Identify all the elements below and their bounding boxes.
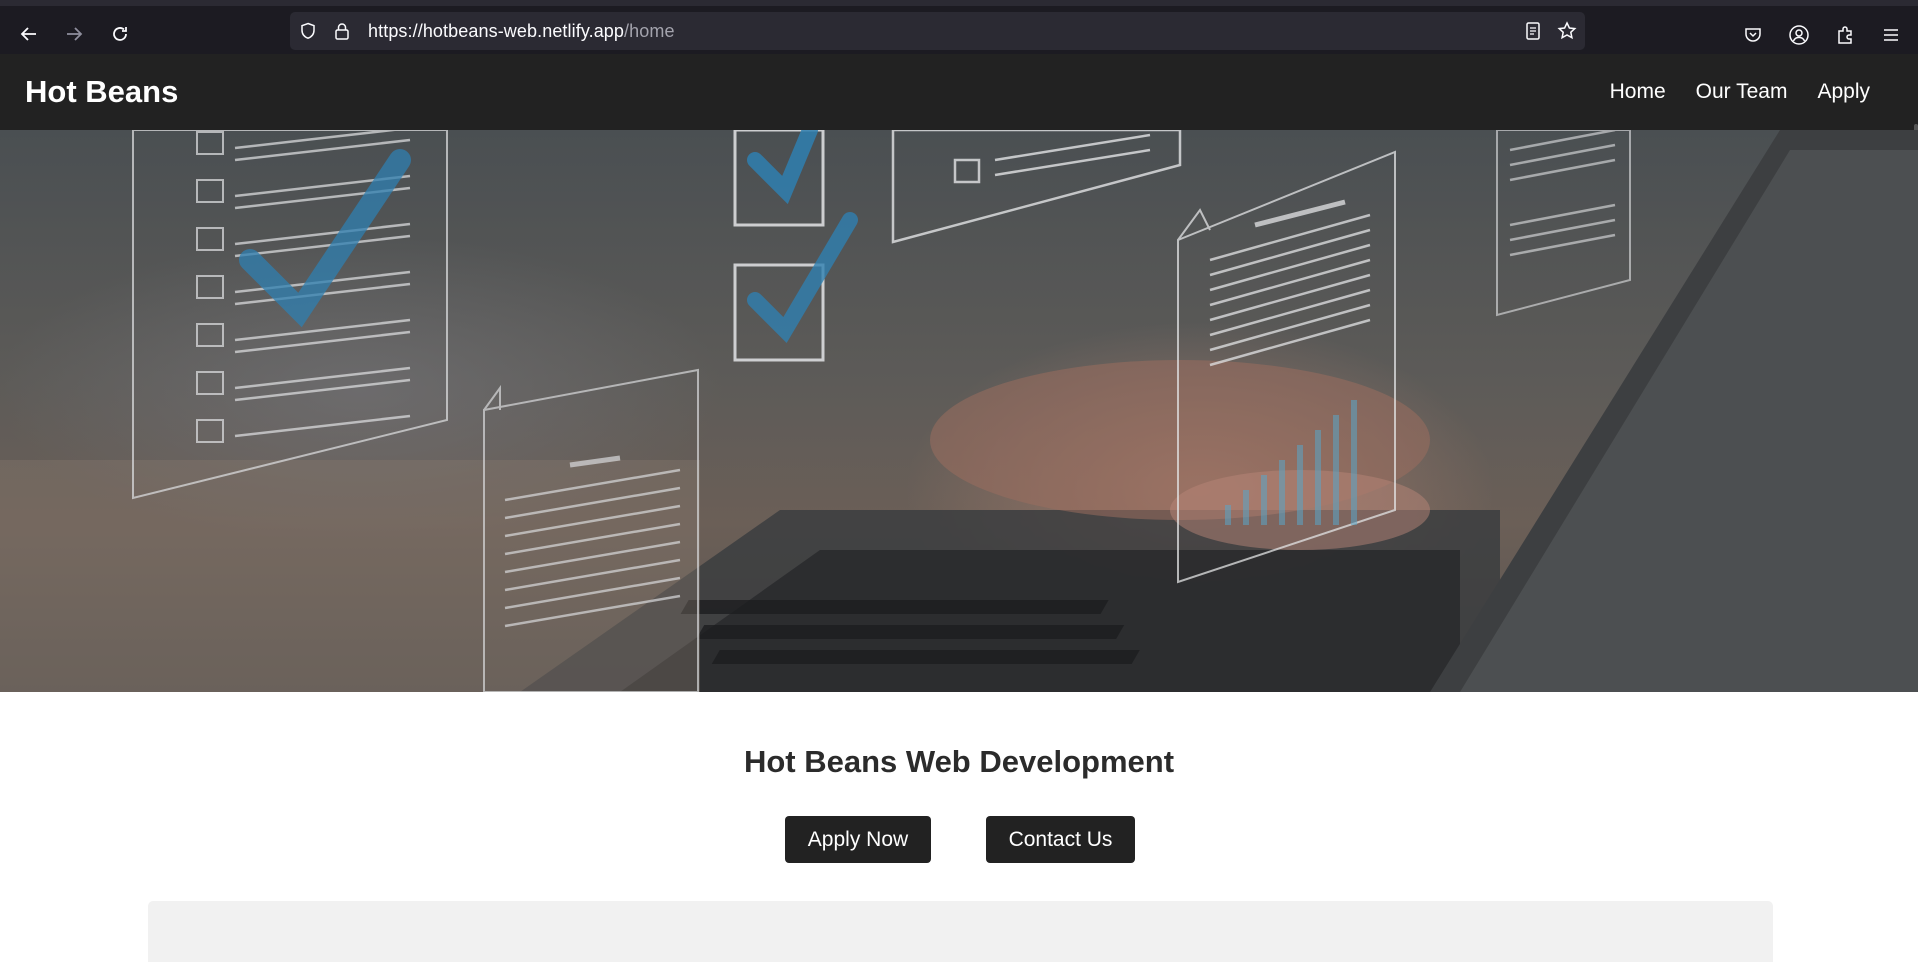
nav-link-our-team[interactable]: Our Team: [1696, 80, 1788, 104]
contact-us-button[interactable]: Contact Us: [986, 816, 1135, 863]
reload-icon: [113, 27, 127, 41]
url-host: https://hotbeans-web.netlify.app: [368, 20, 625, 41]
menu-icon[interactable]: [1878, 22, 1904, 48]
nav-link-home[interactable]: Home: [1610, 80, 1666, 104]
shield-icon[interactable]: [298, 21, 318, 41]
site-nav: Home Our Team Apply: [1610, 80, 1870, 104]
url-path: /home: [624, 20, 675, 41]
checklist-laptop-illustration: [0, 130, 1918, 692]
site-logo[interactable]: Hot Beans: [25, 74, 178, 110]
extensions-icon[interactable]: [1832, 22, 1858, 48]
site-header: Hot Beans Home Our Team Apply: [0, 54, 1918, 394]
hero-image: [0, 130, 1918, 692]
apply-now-button[interactable]: Apply Now: [785, 816, 931, 863]
account-icon[interactable]: [1786, 22, 1812, 48]
back-arrow-icon: [20, 27, 36, 41]
page-title: Hot Beans Web Development: [743, 744, 1175, 779]
reader-view-icon[interactable]: [1523, 21, 1543, 46]
reload-button[interactable]: [104, 18, 136, 50]
lock-icon[interactable]: [332, 21, 352, 41]
back-button[interactable]: [13, 18, 45, 50]
content-panel: [148, 901, 1773, 962]
pocket-icon[interactable]: [1740, 22, 1766, 48]
address-bar[interactable]: https://hotbeans-web.netlify.app/home: [290, 12, 1585, 50]
forward-button[interactable]: [58, 18, 90, 50]
forward-arrow-icon: [67, 27, 83, 41]
url-text: https://hotbeans-web.netlify.app/home: [368, 21, 675, 42]
bookmark-star-icon[interactable]: [1557, 21, 1577, 46]
toolbar-right: [1740, 22, 1904, 48]
browser-toolbar: https://hotbeans-web.netlify.app/home: [0, 0, 1918, 54]
nav-link-apply[interactable]: Apply: [1817, 80, 1870, 104]
